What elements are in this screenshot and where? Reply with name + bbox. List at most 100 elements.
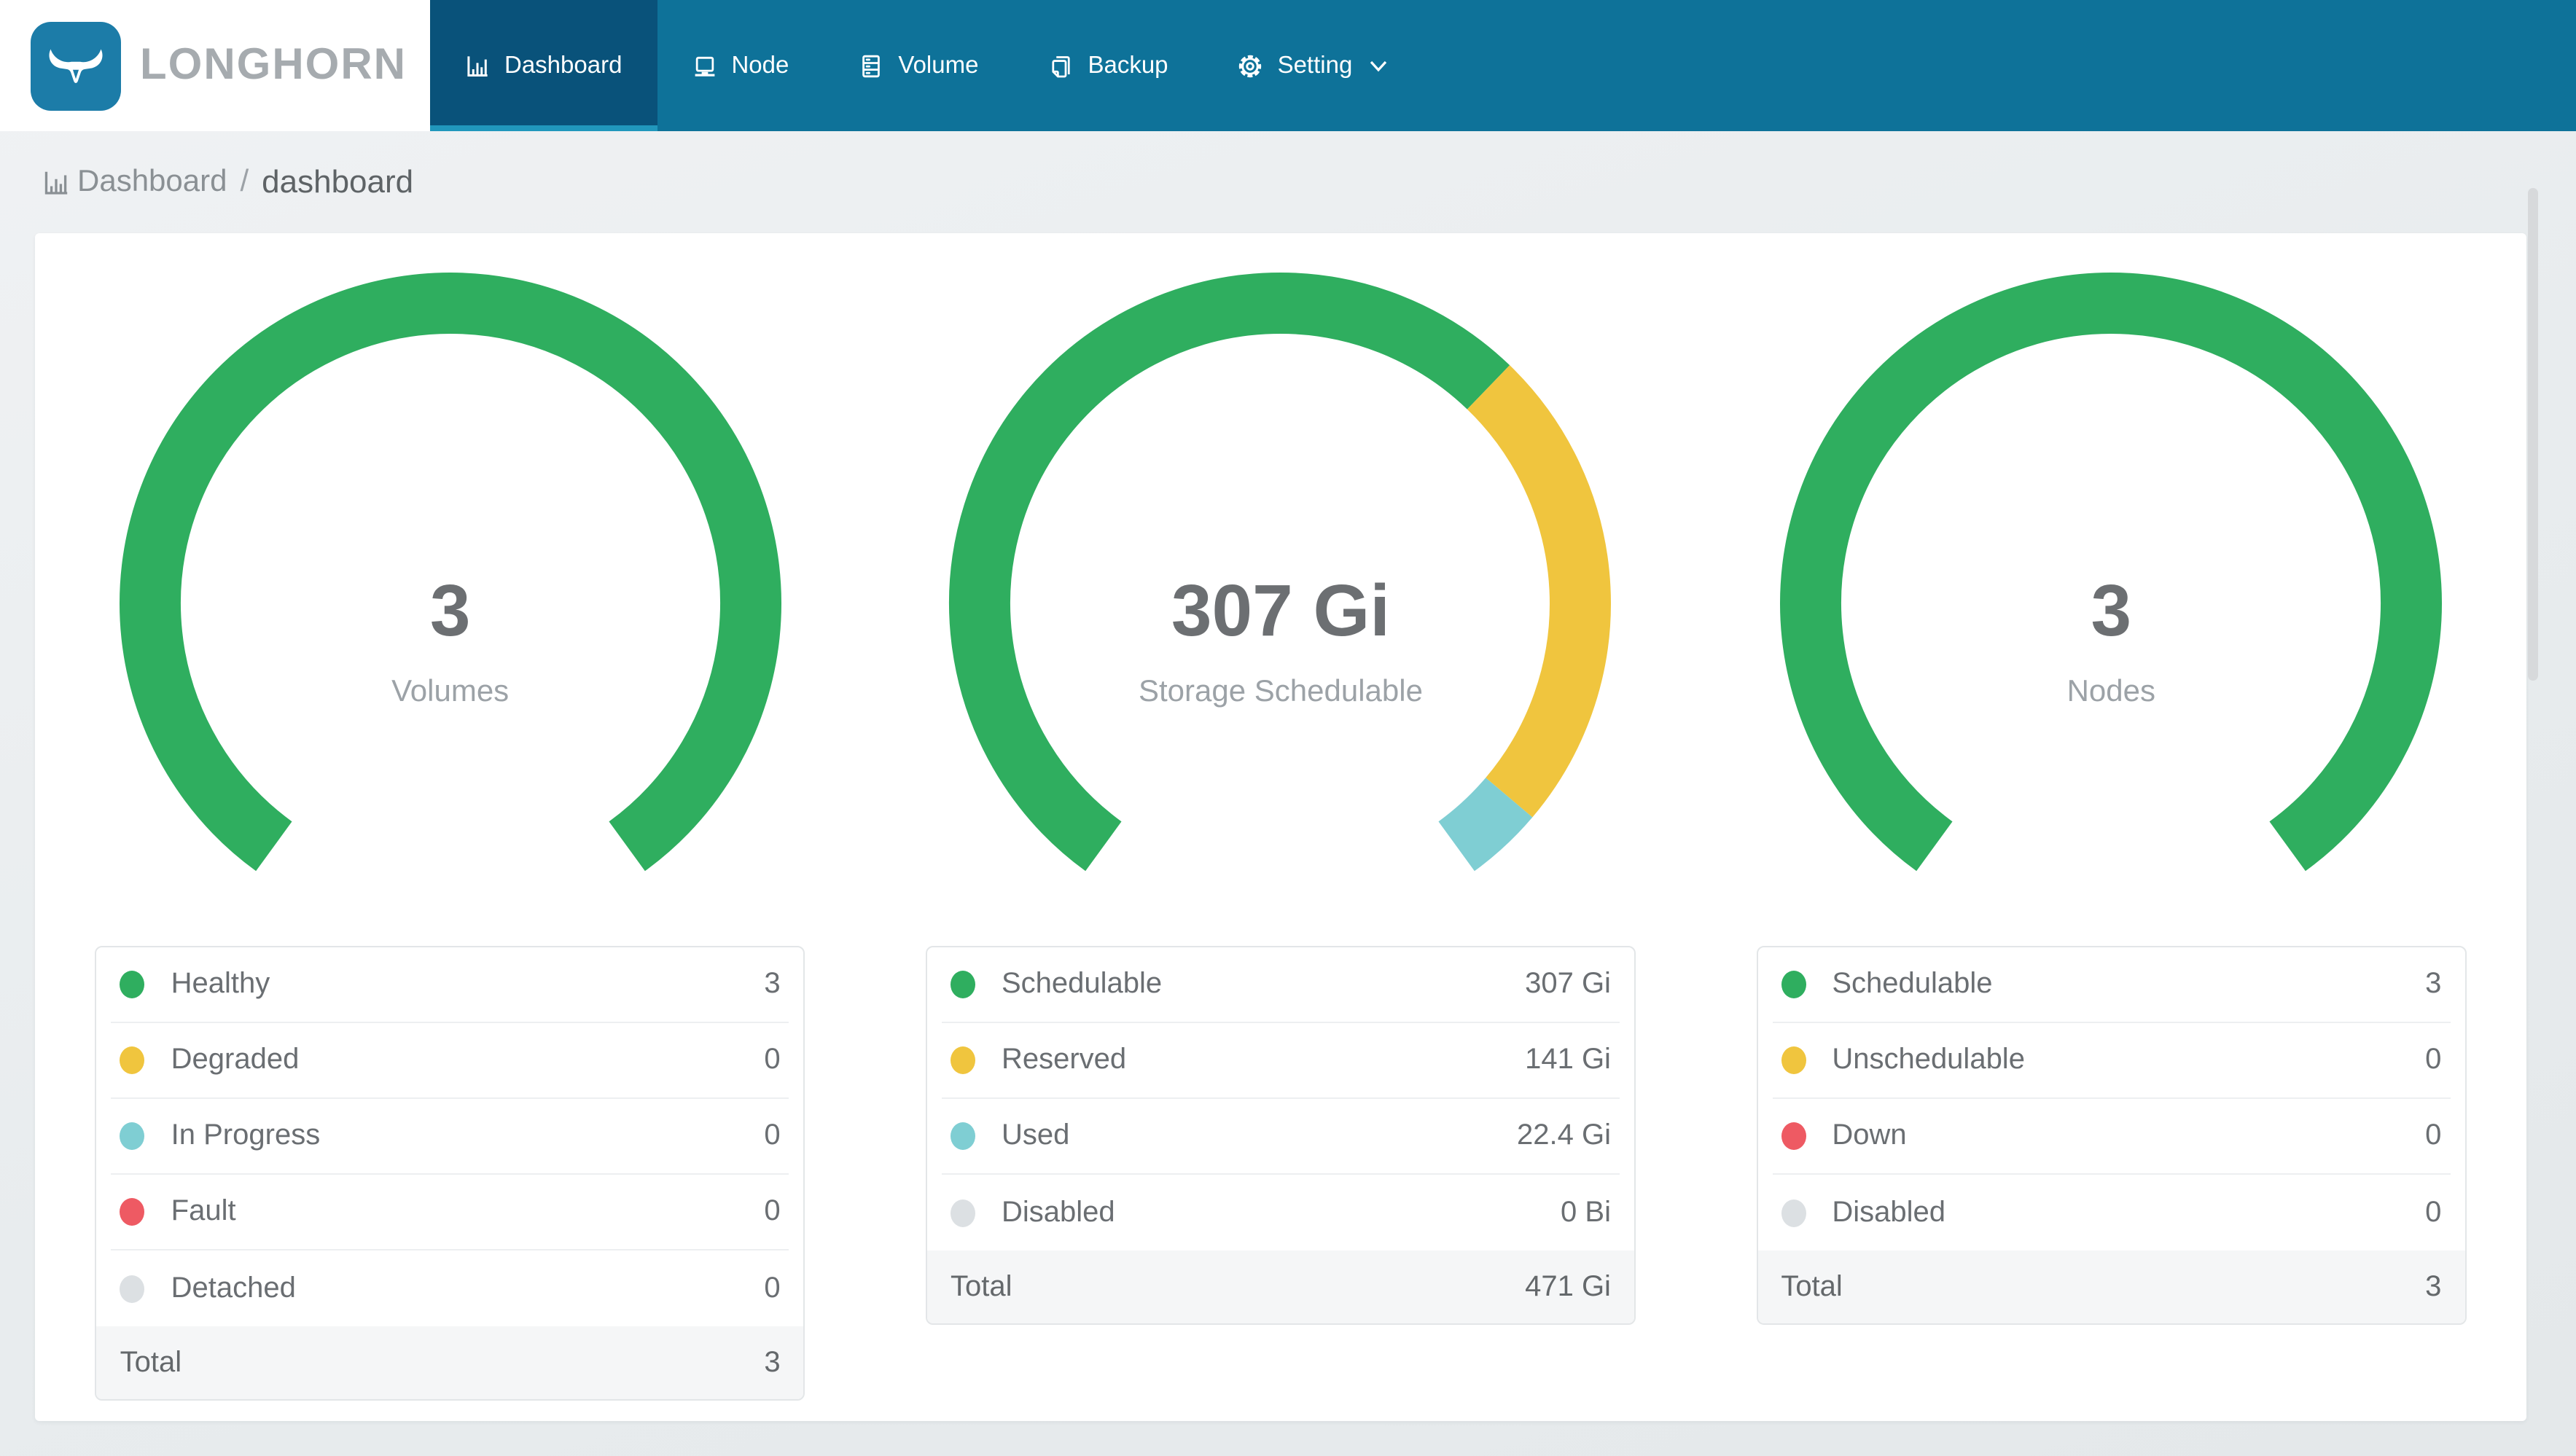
legend-dot xyxy=(120,1046,145,1074)
legend-label: Detached xyxy=(171,1272,296,1304)
breadcrumb-separator: / xyxy=(240,165,249,198)
legend-row-used: Used 22.4 Gi xyxy=(941,1099,1620,1175)
legend-value: 0 xyxy=(2425,1196,2442,1228)
nav-item-label: Node xyxy=(731,52,789,78)
legend-label: Fault xyxy=(171,1195,236,1227)
nav-item-volume[interactable]: Volume xyxy=(824,0,1013,131)
legend-value: 3 xyxy=(2425,968,2442,1000)
legend-dot xyxy=(1781,1122,1806,1150)
legend-label: Disabled xyxy=(1001,1196,1115,1228)
panel-storage: 307 Gi Storage Schedulable Schedulable 307 … xyxy=(865,261,1695,1401)
total-row: Total 471 Gi xyxy=(926,1250,1634,1323)
nav-item-label: Volume xyxy=(898,52,979,78)
legend-label: Used xyxy=(1001,1119,1070,1151)
legend-row-disabled: Disabled 0 Bi xyxy=(942,1175,1620,1250)
nav-menu: Dashboard Node Volume Backup Setting xyxy=(430,0,2576,131)
total-value: 471 Gi xyxy=(1525,1270,1611,1302)
gear-icon xyxy=(1238,53,1263,78)
nav-item-dashboard[interactable]: Dashboard xyxy=(430,0,657,131)
brand-name: LONGHORN xyxy=(140,41,407,89)
legend-value: 0 xyxy=(2425,1119,2442,1151)
nodes-gauge: 3 Nodes xyxy=(1768,261,2454,946)
total-row: Total 3 xyxy=(96,1326,804,1399)
legend-dot xyxy=(1781,1199,1806,1226)
legend-value: 307 Gi xyxy=(1525,968,1611,1000)
legend-row-in-progress: In Progress 0 xyxy=(111,1099,789,1175)
nav-item-label: Dashboard xyxy=(504,52,622,78)
gauge-segment-reserved xyxy=(1467,365,1612,818)
legend-dot xyxy=(950,1199,975,1226)
legend-dot xyxy=(1781,971,1806,998)
longhorn-logo-icon xyxy=(31,21,121,110)
legend-row-reserved: Reserved 141 Gi xyxy=(941,1023,1620,1099)
gauge-segment-schedulable xyxy=(949,273,1511,872)
legend-label: Degraded xyxy=(171,1044,300,1076)
page: LONGHORN Dashboard Node Volume Backup Settin… xyxy=(0,0,2576,1456)
legend-row-degraded: Degraded 0 xyxy=(111,1023,789,1099)
nav-item-node[interactable]: Node xyxy=(657,0,824,131)
legend-dot xyxy=(1781,1046,1806,1074)
top-navigation: LONGHORN Dashboard Node Volume Backup Settin… xyxy=(0,0,2576,131)
brand[interactable]: LONGHORN xyxy=(0,0,430,131)
legend-label: Reserved xyxy=(1001,1044,1127,1076)
legend-label: Disabled xyxy=(1832,1196,1945,1228)
storage-gauge: 307 Gi Storage Schedulable xyxy=(938,261,1623,946)
legend-row-schedulable: Schedulable 307 Gi xyxy=(941,947,1620,1023)
caret-down-icon xyxy=(1368,59,1387,72)
volumes-legend-table: Healthy 3 Degraded 0 In Progress 0 Fault 0 Detac… xyxy=(95,946,805,1401)
total-label: Total xyxy=(120,1346,182,1378)
legend-value: 0 xyxy=(764,1119,781,1151)
breadcrumb-current: dashboard xyxy=(262,163,414,200)
legend-row-fault: Fault 0 xyxy=(111,1175,789,1250)
legend-value: 0 Bi xyxy=(1561,1196,1611,1228)
legend-dot xyxy=(120,971,145,998)
legend-value: 22.4 Gi xyxy=(1517,1119,1611,1151)
legend-label: Schedulable xyxy=(1001,968,1163,1000)
nav-item-setting[interactable]: Setting xyxy=(1203,0,1423,131)
database-icon xyxy=(859,53,883,78)
total-value: 3 xyxy=(764,1346,781,1378)
panel-volumes: 3 Volumes Healthy 3 Degraded 0 In Progress 0 Fau… xyxy=(35,261,865,1401)
gauge-segment-healthy xyxy=(119,273,781,872)
legend-dot xyxy=(950,1122,975,1150)
gauge-segment-used xyxy=(1438,777,1534,872)
legend-label: Down xyxy=(1832,1119,1907,1151)
legend-label: Schedulable xyxy=(1832,968,1993,1000)
legend-dot xyxy=(950,1046,975,1074)
legend-label: In Progress xyxy=(171,1119,321,1151)
volumes-gauge: 3 Volumes xyxy=(108,261,793,946)
legend-dot xyxy=(120,1275,145,1302)
legend-row-schedulable: Schedulable 3 xyxy=(1772,947,2451,1023)
nodes-legend-table: Schedulable 3 Unschedulable 0 Down 0 Disabled 0… xyxy=(1756,946,2467,1325)
legend-row-healthy: Healthy 3 xyxy=(111,947,789,1023)
node-icon xyxy=(692,53,717,78)
storage-donut-chart xyxy=(949,273,1612,872)
storage-legend-table: Schedulable 307 Gi Reserved 141 Gi Used 22.4 … xyxy=(925,946,1636,1325)
volumes-donut-chart xyxy=(119,273,781,872)
legend-label: Unschedulable xyxy=(1832,1044,2025,1076)
legend-value: 0 xyxy=(764,1044,781,1076)
gauge-segment-schedulable xyxy=(1780,273,2443,872)
legend-dot xyxy=(120,1198,145,1226)
nav-item-label: Backup xyxy=(1088,52,1168,78)
legend-value: 3 xyxy=(764,968,781,1000)
legend-row-detached: Detached 0 xyxy=(112,1250,789,1326)
total-label: Total xyxy=(950,1270,1012,1302)
dashboard-panels: 3 Volumes Healthy 3 Degraded 0 In Progress 0 Fau… xyxy=(35,233,2526,1401)
legend-row-unschedulable: Unschedulable 0 xyxy=(1772,1023,2451,1099)
legend-row-down: Down 0 xyxy=(1772,1099,2451,1175)
total-value: 3 xyxy=(2425,1270,2442,1302)
bar-chart-icon xyxy=(42,168,70,196)
bar-chart-icon xyxy=(465,53,490,78)
copy-icon xyxy=(1048,53,1073,78)
breadcrumb-root[interactable]: Dashboard xyxy=(77,165,227,200)
legend-dot xyxy=(120,1122,145,1150)
legend-value: 0 xyxy=(2425,1044,2442,1076)
legend-dot xyxy=(950,971,975,998)
panel-nodes: 3 Nodes Schedulable 3 Unschedulable 0 Down 0 Dis… xyxy=(1696,261,2526,1401)
scrollbar[interactable] xyxy=(2528,188,2538,681)
nodes-donut-chart xyxy=(1780,273,2443,872)
dashboard-card: 3 Volumes Healthy 3 Degraded 0 In Progress 0 Fau… xyxy=(35,233,2526,1421)
nav-item-backup[interactable]: Backup xyxy=(1013,0,1203,131)
legend-label: Healthy xyxy=(171,968,270,1000)
